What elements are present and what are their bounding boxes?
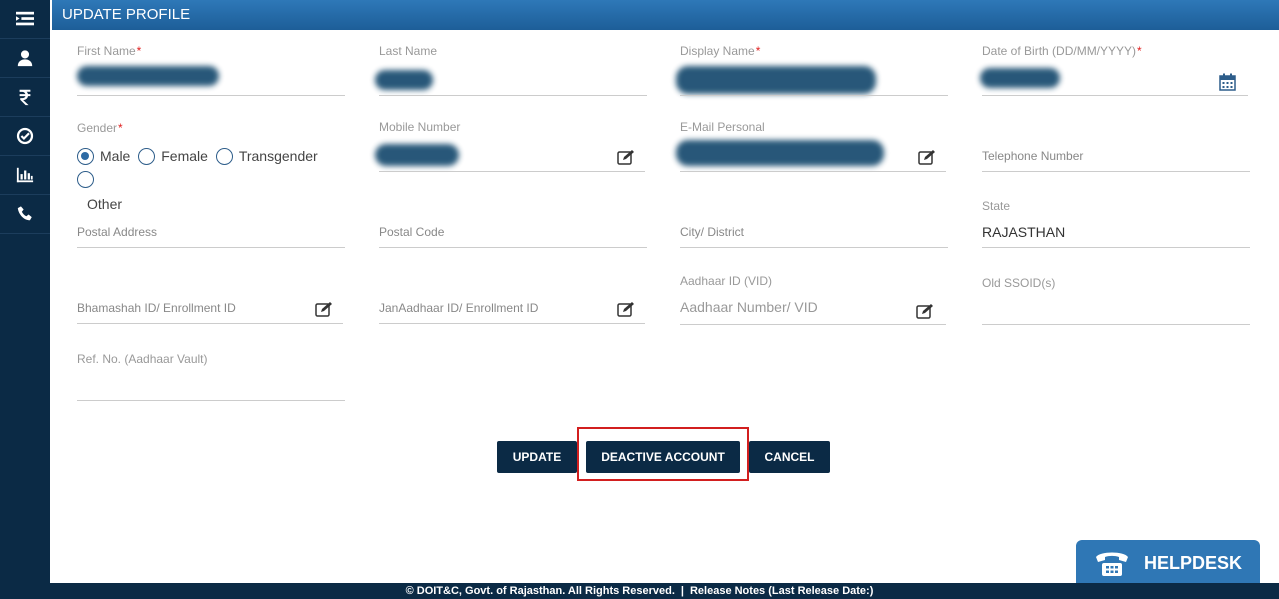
- sidebar-item-menu[interactable]: [0, 0, 50, 39]
- redacted-dob: [980, 68, 1060, 88]
- gender-radio-female[interactable]: Female: [138, 146, 208, 167]
- first-name-underline: [77, 95, 345, 96]
- last-name-underline: [379, 95, 647, 96]
- aadhaar-underline: [680, 324, 946, 325]
- redacted-mobile: [375, 144, 459, 166]
- redacted-first-name: [77, 66, 219, 86]
- first-name-label: First Name*: [77, 44, 142, 58]
- sidebar-item-reports[interactable]: [0, 156, 50, 195]
- sidebar: [0, 0, 50, 583]
- janaadhaar-placeholder: JanAadhaar ID/ Enrollment ID: [379, 301, 539, 315]
- highlight-box: [577, 427, 749, 481]
- mobile-label: Mobile Number: [379, 120, 461, 134]
- ref-no-label: Ref. No. (Aadhaar Vault): [77, 352, 208, 366]
- rupee-icon: [19, 89, 31, 106]
- menu-icon: [16, 11, 34, 26]
- old-ssoid-underline: [982, 324, 1250, 325]
- gender-radio-male[interactable]: Male: [77, 146, 130, 167]
- gender-radio-group: Male Female Transgender Other: [77, 146, 352, 215]
- page-title: UPDATE PROFILE: [62, 6, 191, 23]
- display-name-label: Display Name*: [680, 44, 761, 58]
- edit-mobile-icon[interactable]: [617, 149, 635, 165]
- ref-no-underline: [77, 400, 345, 401]
- gender-label: Gender*: [77, 121, 123, 135]
- footer-separator: |: [680, 585, 684, 597]
- sidebar-item-payments[interactable]: [0, 78, 50, 117]
- redacted-email: [676, 140, 884, 166]
- aadhaar-label: Aadhaar ID (VID): [680, 274, 773, 288]
- sidebar-item-profile[interactable]: [0, 39, 50, 78]
- footer-copyright: © DOIT&C, Govt. of Rajasthan. All Rights…: [405, 585, 675, 597]
- email-label: E-Mail Personal: [680, 120, 765, 134]
- calendar-icon[interactable]: [1219, 73, 1236, 91]
- helpdesk-button[interactable]: HELPDESK: [1076, 540, 1260, 586]
- old-ssoid-label: Old SSOID(s): [982, 276, 1056, 290]
- telephone-placeholder: Telephone Number: [982, 149, 1084, 163]
- dob-underline: [982, 95, 1248, 96]
- phone-icon: [17, 206, 32, 221]
- footer: © DOIT&C, Govt. of Rajasthan. All Rights…: [0, 583, 1279, 599]
- redacted-display-name: [676, 66, 876, 94]
- mobile-underline: [379, 171, 645, 172]
- edit-bhamashah-icon[interactable]: [315, 301, 333, 317]
- gender-other-label: Other: [87, 196, 123, 212]
- radio-other[interactable]: [77, 171, 94, 188]
- edit-email-icon[interactable]: [918, 149, 936, 165]
- last-name-label: Last Name: [379, 44, 438, 58]
- sidebar-item-status[interactable]: [0, 117, 50, 156]
- release-notes-link[interactable]: Release Notes (Last Release Date:): [690, 585, 873, 597]
- redacted-last-name: [375, 70, 433, 90]
- postal-address-placeholder: Postal Address: [77, 225, 158, 239]
- state-label: State: [982, 199, 1011, 213]
- city-placeholder: City/ District: [680, 225, 744, 239]
- sidebar-item-contact[interactable]: [0, 195, 50, 234]
- user-icon: [17, 50, 33, 67]
- aadhaar-placeholder: Aadhaar Number/ VID: [680, 299, 818, 315]
- telephone-icon: [1096, 552, 1128, 576]
- janaadhaar-underline: [379, 323, 645, 324]
- gender-radio-other[interactable]: [77, 171, 100, 188]
- city-underline: [680, 247, 948, 248]
- dob-label: Date of Birth (DD/MM/YYYY)*: [982, 44, 1142, 58]
- telephone-underline: [982, 171, 1250, 172]
- radio-male-selected[interactable]: [77, 148, 94, 165]
- edit-aadhaar-icon[interactable]: [916, 303, 934, 319]
- cancel-button[interactable]: CANCEL: [749, 441, 830, 473]
- update-button[interactable]: UPDATE: [497, 441, 577, 473]
- postal-code-underline: [379, 247, 647, 248]
- bar-chart-icon: [16, 167, 34, 183]
- check-circle-icon: [16, 127, 34, 145]
- edit-janaadhaar-icon[interactable]: [617, 301, 635, 317]
- postal-address-underline: [77, 247, 345, 248]
- page-header: UPDATE PROFILE: [52, 0, 1279, 30]
- radio-transgender[interactable]: [215, 148, 233, 165]
- state-underline: [982, 247, 1250, 248]
- gender-radio-transgender[interactable]: Transgender: [215, 146, 318, 167]
- radio-female[interactable]: [138, 148, 156, 165]
- helpdesk-label: HELPDESK: [1144, 552, 1243, 573]
- state-value: RAJASTHAN: [982, 224, 1066, 240]
- display-name-underline: [680, 95, 948, 96]
- postal-code-placeholder: Postal Code: [379, 225, 445, 239]
- bhamashah-underline: [77, 323, 343, 324]
- email-underline: [680, 171, 946, 172]
- bhamashah-placeholder: Bhamashah ID/ Enrollment ID: [77, 301, 236, 315]
